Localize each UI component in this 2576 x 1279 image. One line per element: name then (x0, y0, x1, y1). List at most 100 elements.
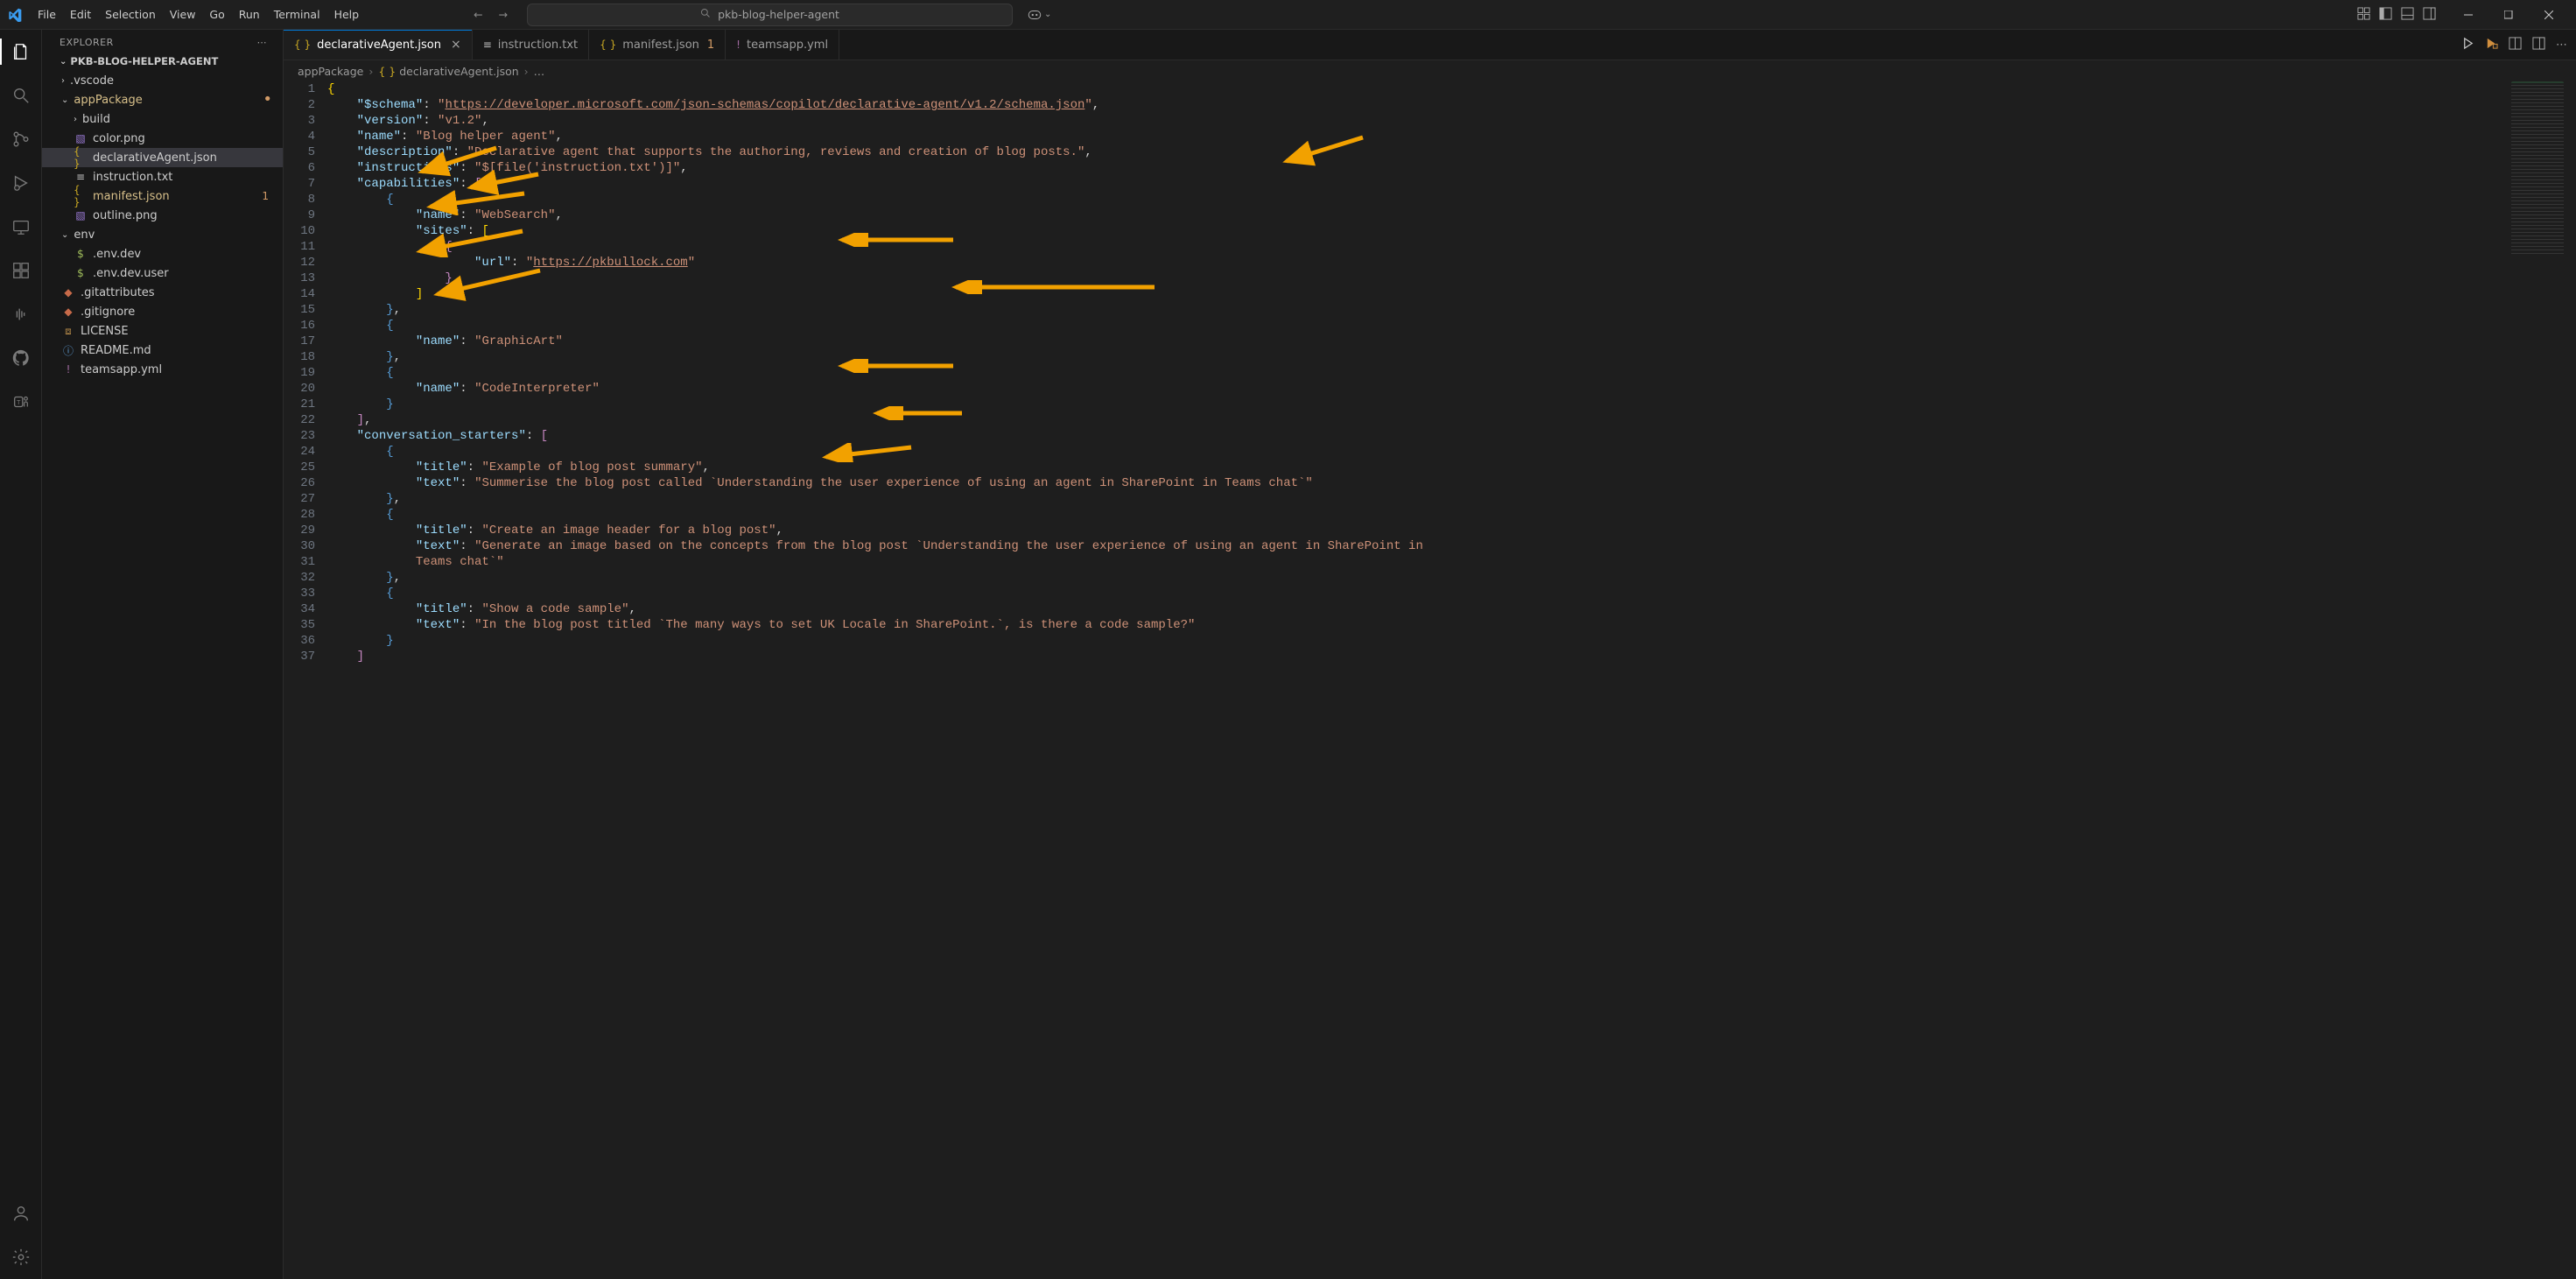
folder-row[interactable]: ⌄appPackage• (42, 90, 283, 109)
close-tab-icon[interactable]: × (451, 38, 461, 52)
remote-explorer-icon[interactable] (0, 212, 42, 242)
tree-item-label: env (74, 228, 95, 242)
layout-toggle-right-icon[interactable] (2423, 7, 2436, 23)
layout-toggle-panel-icon[interactable] (2401, 7, 2414, 23)
file-type-icon: ≡ (74, 171, 88, 183)
split-editor-icon[interactable] (2509, 37, 2522, 53)
explorer-sidebar: EXPLORER ⋯ ⌄ PKB-BLOG-HELPER-AGENT ›.vsc… (42, 30, 284, 1279)
search-view-icon[interactable] (0, 81, 42, 110)
editor-area: { }declarativeAgent.json×≡instruction.tx… (284, 30, 2576, 1279)
breadcrumb-segment[interactable]: declarativeAgent.json (399, 65, 518, 78)
editor-tab[interactable]: { }manifest.json1 (589, 30, 726, 60)
folder-row[interactable]: ⌄ env (42, 225, 283, 244)
tree-item-label: outline.png (93, 209, 158, 222)
title-bar: File Edit Selection View Go Run Terminal… (0, 0, 2576, 30)
folder-row[interactable]: ›.vscode (42, 71, 283, 90)
file-row[interactable]: ▧outline.png (42, 206, 283, 225)
menu-item-go[interactable]: Go (203, 4, 230, 25)
file-type-icon: ◆ (61, 306, 75, 318)
layout-split-icon[interactable] (2532, 37, 2545, 53)
tree-item-label: .env.dev.user (93, 267, 169, 280)
svg-text:T: T (17, 398, 21, 406)
window-close-button[interactable] (2529, 0, 2569, 30)
minimap[interactable] (2511, 81, 2564, 257)
tree-item-label: .env.dev (93, 248, 141, 261)
file-type-icon: $ (74, 267, 88, 279)
file-row[interactable]: $ .env.dev.user (42, 264, 283, 283)
nav-forward-icon[interactable]: → (499, 8, 508, 21)
command-center-search[interactable]: pkb-blog-helper-agent (527, 4, 1013, 26)
tree-item-label: .vscode (70, 74, 114, 88)
editor-tab[interactable]: ≡ instruction.txt (473, 30, 589, 60)
tree-item-label: appPackage (74, 94, 142, 107)
file-row[interactable]: ◆.gitignore (42, 302, 283, 321)
window-minimize-button[interactable] (2448, 0, 2488, 30)
menu-item-run[interactable]: Run (233, 4, 266, 25)
teams-toolkit-icon[interactable]: T (0, 387, 42, 417)
tree-item-label: manifest.json (93, 190, 170, 203)
breadcrumb[interactable]: appPackage › { } declarativeAgent.json ›… (284, 60, 2576, 81)
line-gutter: 1234567891011121314151617181920212223242… (284, 81, 327, 1279)
run-debug-icon[interactable] (0, 168, 42, 198)
vscode-logo-icon (7, 7, 23, 23)
editor-more-icon[interactable]: ⋯ (2556, 39, 2567, 52)
file-row[interactable]: ⓘREADME.md (42, 341, 283, 360)
file-row[interactable]: { }manifest.json1 (42, 186, 283, 206)
file-type-icon: $ (74, 248, 88, 260)
tree-item-label: instruction.txt (93, 171, 172, 184)
extensions-icon[interactable] (0, 256, 42, 285)
menu-item-help[interactable]: Help (328, 4, 366, 25)
editor-tab[interactable]: { }declarativeAgent.json× (284, 30, 473, 60)
modified-badge: 1 (707, 39, 714, 52)
sidebar-title-text: EXPLORER (60, 37, 114, 48)
tree-item-label: .gitattributes (81, 286, 155, 299)
github-icon[interactable] (0, 343, 42, 373)
project-header[interactable]: ⌄ PKB-BLOG-HELPER-AGENT (42, 52, 283, 71)
file-row[interactable]: ! teamsapp.yml (42, 360, 283, 379)
window-maximize-button[interactable] (2488, 0, 2529, 30)
file-row[interactable]: ⧈LICENSE (42, 321, 283, 341)
chevron-down-icon: ⌄ (61, 230, 68, 240)
chevron-right-icon: › (74, 115, 77, 124)
code-editor[interactable]: 1234567891011121314151617181920212223242… (284, 81, 2576, 1279)
file-type-icon: ! (61, 363, 75, 376)
folder-row[interactable]: ›build (42, 109, 283, 129)
file-row[interactable]: { }declarativeAgent.json (42, 148, 283, 167)
tree-item-label: LICENSE (81, 325, 129, 338)
nav-back-icon[interactable]: ← (474, 8, 482, 21)
explorer-more-icon[interactable]: ⋯ (257, 37, 268, 48)
file-type-icon: ≡ (483, 39, 492, 51)
chevron-down-icon: ⌄ (60, 57, 67, 67)
source-control-icon[interactable] (0, 124, 42, 154)
editor-tab[interactable]: !teamsapp.yml (726, 30, 839, 60)
code-content[interactable]: { "$schema": "https://developer.microsof… (327, 81, 2576, 1279)
menu-item-terminal[interactable]: Terminal (268, 4, 326, 25)
layout-customize-icon[interactable] (2357, 7, 2370, 23)
tab-label: instruction.txt (498, 39, 578, 52)
file-row[interactable]: $ .env.dev (42, 244, 283, 264)
tab-bar: { }declarativeAgent.json× ≡ instruction.tx… (284, 30, 2576, 60)
menu-item-edit[interactable]: Edit (64, 4, 97, 25)
file-row[interactable]: ◆.gitattributes (42, 283, 283, 302)
explorer-icon[interactable] (0, 37, 42, 67)
menu-item-file[interactable]: File (32, 4, 62, 25)
layout-toggle-sidebar-icon[interactable] (2379, 7, 2392, 23)
activity-bar: T (0, 30, 42, 1279)
file-type-icon: { } (600, 39, 616, 51)
tree-item-label: teamsapp.yml (81, 363, 162, 376)
breadcrumb-segment[interactable]: appPackage (298, 65, 363, 78)
audio-icon[interactable] (0, 299, 42, 329)
breadcrumb-segment[interactable]: … (534, 65, 545, 78)
chevron-down-icon: ⌄ (61, 95, 68, 105)
menu-item-selection[interactable]: Selection (99, 4, 162, 25)
accounts-icon[interactable] (0, 1198, 42, 1228)
search-icon (700, 8, 711, 21)
copilot-icon[interactable]: ⌄ (1027, 7, 1051, 23)
file-tree: ›.vscode⌄appPackage•›build▧color.png{ }d… (42, 71, 283, 379)
file-type-icon: { } (74, 145, 88, 170)
menu-item-view[interactable]: View (164, 4, 202, 25)
settings-icon[interactable] (0, 1242, 42, 1272)
run-debug-config-icon[interactable] (2485, 37, 2498, 53)
run-icon[interactable] (2461, 37, 2474, 53)
search-placeholder-text: pkb-blog-helper-agent (718, 8, 839, 21)
